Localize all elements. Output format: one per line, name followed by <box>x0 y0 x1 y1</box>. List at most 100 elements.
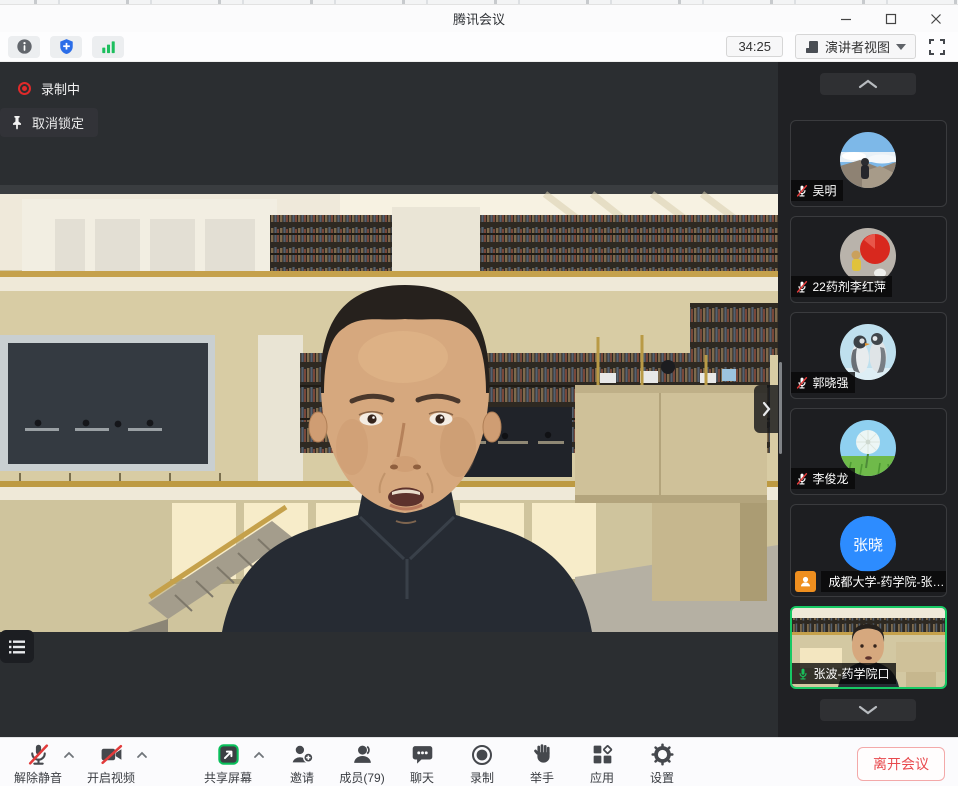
maximize-button[interactable] <box>868 5 913 32</box>
mountain-photo-avatar <box>840 132 896 188</box>
scroll-down-button[interactable] <box>820 699 916 721</box>
signal-bars-icon <box>100 38 117 55</box>
settings-gear-icon <box>650 742 675 767</box>
participant-name: 张波-药学院口 <box>814 665 890 682</box>
camera-off-icon <box>99 742 124 767</box>
chat-icon <box>410 742 435 767</box>
start-video-button[interactable]: 开启视频 <box>87 742 135 786</box>
chevron-right-icon <box>762 401 771 417</box>
participant-tile-host[interactable]: 张晓 成都大学-药学院-张… <box>790 504 947 597</box>
chevron-up-icon <box>63 751 75 759</box>
unpin-label: 取消锁定 <box>32 113 84 132</box>
caption-list-button[interactable] <box>0 630 34 663</box>
raise-hand-button[interactable]: 举手 <box>519 742 565 786</box>
apps-button[interactable]: 应用 <box>579 742 625 786</box>
unpin-button[interactable]: 取消锁定 <box>0 108 98 137</box>
members-button[interactable]: 成员(79) <box>339 742 385 786</box>
minimize-icon <box>840 13 852 25</box>
invite-person-icon <box>290 742 315 767</box>
participant-name-label: 李俊龙 <box>791 468 855 489</box>
mic-muted-icon <box>795 280 809 294</box>
infobar-right: 34:25 演讲者视图 <box>726 34 946 59</box>
camera-options-chevron[interactable] <box>136 751 148 759</box>
participant-tile[interactable]: 22药剂李红萍 <box>790 216 947 303</box>
share-options-chevron[interactable] <box>253 751 265 759</box>
chevron-up-icon <box>253 751 265 759</box>
apps-grid-icon <box>590 742 615 767</box>
library-scene <box>0 185 778 632</box>
svg-text:张晓: 张晓 <box>853 537 883 554</box>
mic-muted-icon <box>26 742 51 767</box>
leave-meeting-button[interactable]: 离开会议 <box>857 747 945 781</box>
participant-name: 成都大学-药学院-张… <box>829 573 945 590</box>
mic-muted-icon <box>795 472 809 486</box>
record-icon <box>470 743 494 767</box>
tool-label: 设置 <box>650 769 674 786</box>
mic-muted-icon <box>795 376 809 390</box>
mic-options-chevron[interactable] <box>63 751 75 759</box>
tool-label: 开启视频 <box>87 769 135 786</box>
share-screen-icon <box>216 742 241 767</box>
participant-name-label: 吴明 <box>791 180 843 201</box>
meeting-info-button[interactable] <box>8 36 40 58</box>
close-button[interactable] <box>913 5 958 32</box>
initials-avatar: 张晓 <box>840 516 896 572</box>
participant-name-row: 成都大学-药学院-张… <box>791 571 946 592</box>
main-video-speaker <box>0 185 778 632</box>
settings-button[interactable]: 设置 <box>639 742 685 786</box>
shield-icon <box>58 38 75 55</box>
share-group: 共享屏幕 <box>204 742 265 786</box>
main-area: 录制中 取消锁定 <box>0 62 958 737</box>
close-icon <box>930 13 942 25</box>
chevron-down-icon <box>896 44 906 50</box>
tool-label: 解除静音 <box>14 769 62 786</box>
tool-label: 聊天 <box>410 769 434 786</box>
raise-hand-icon <box>530 742 555 767</box>
meeting-timer: 34:25 <box>726 36 783 57</box>
security-button[interactable] <box>50 36 82 58</box>
host-person-icon <box>798 574 813 589</box>
mic-group: 解除静音 <box>14 742 75 786</box>
pin-icon <box>10 115 24 130</box>
members-icon <box>350 742 375 767</box>
meeting-toolbar: 解除静音 开启视频 共享屏幕 邀请 成员(79) <box>0 737 958 786</box>
tool-label: 邀请 <box>290 769 314 786</box>
participant-tile-self-video[interactable]: 张波-药学院口 <box>790 606 947 689</box>
participant-name-label: 成都大学-药学院-张… <box>821 571 946 592</box>
participant-name: 郭晓强 <box>813 374 849 391</box>
meeting-info-bar: 34:25 演讲者视图 <box>0 32 958 62</box>
view-mode-selector[interactable]: 演讲者视图 <box>795 34 916 59</box>
participant-name-label: 张波-药学院口 <box>792 663 896 684</box>
participant-name: 李俊龙 <box>813 470 849 487</box>
scroll-up-button[interactable] <box>820 73 916 95</box>
list-icon <box>8 639 26 655</box>
chevron-up-icon <box>858 79 878 89</box>
tool-label: 应用 <box>590 769 614 786</box>
participant-tile[interactable]: 郭晓强 <box>790 312 947 399</box>
tool-label: 共享屏幕 <box>204 769 252 786</box>
share-screen-button[interactable]: 共享屏幕 <box>204 742 252 786</box>
stage: 录制中 取消锁定 <box>0 62 778 737</box>
participants-sidebar: 吴明 22药剂李红萍 <box>778 62 958 737</box>
layout-view-icon <box>805 40 819 54</box>
chevron-down-icon <box>858 705 878 715</box>
view-mode-label: 演讲者视图 <box>825 37 890 56</box>
unmute-button[interactable]: 解除静音 <box>14 742 62 786</box>
record-button[interactable]: 录制 <box>459 742 505 786</box>
minimize-button[interactable] <box>823 5 868 32</box>
sidebar-scrollbar[interactable] <box>779 362 782 454</box>
sidebar-collapse-handle[interactable] <box>754 385 778 433</box>
recording-label: 录制中 <box>41 79 80 98</box>
invite-button[interactable]: 邀请 <box>279 742 325 786</box>
chevron-up-icon <box>136 751 148 759</box>
maximize-icon <box>885 13 897 25</box>
chat-button[interactable]: 聊天 <box>399 742 445 786</box>
fullscreen-icon[interactable] <box>928 38 946 56</box>
avatar <box>840 132 896 188</box>
participant-tile[interactable]: 李俊龙 <box>790 408 947 495</box>
participant-tile[interactable]: 吴明 <box>790 120 947 207</box>
participant-name: 吴明 <box>813 182 837 199</box>
tool-label: 举手 <box>530 769 554 786</box>
titlebar: 腾讯会议 <box>0 5 958 32</box>
network-button[interactable] <box>92 36 124 58</box>
